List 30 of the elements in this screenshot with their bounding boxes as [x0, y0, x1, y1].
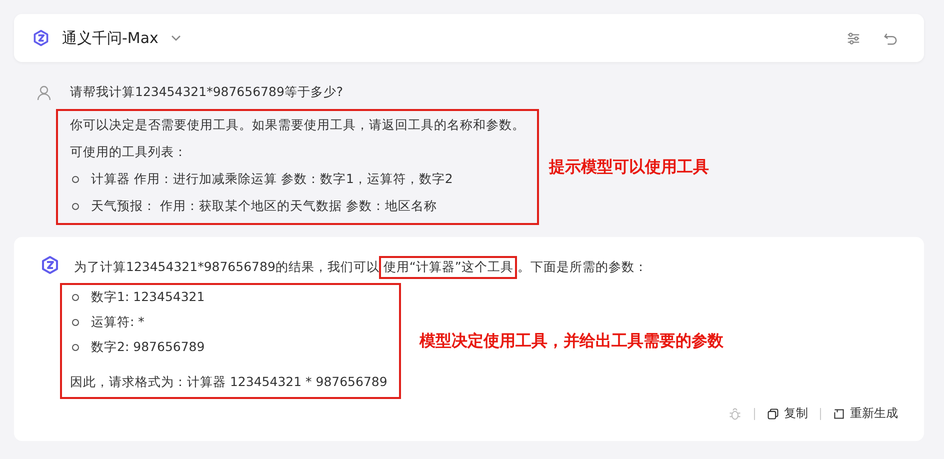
refresh-icon	[833, 408, 845, 420]
copy-icon	[767, 408, 779, 420]
bug-icon[interactable]	[728, 406, 742, 420]
model-name[interactable]: 通义千问-Max	[62, 28, 158, 48]
parameter-item: 数字2: 987656789	[91, 339, 205, 356]
conclusion-text: 因此，请求格式为：计算器 123454321 * 987656789	[70, 374, 388, 391]
prompt-text: 可使用的工具列表：	[70, 144, 188, 161]
undo-icon[interactable]	[883, 30, 898, 46]
parameter-item: 运算符: *	[91, 314, 144, 331]
tool-item: 计算器 作用：进行加减乘除运算 参数：数字1，运算符，数字2	[91, 171, 453, 188]
tool-item: 天气预报： 作用：获取某个地区的天气数据 参数：地区名称	[91, 198, 437, 215]
bullet-icon	[72, 319, 79, 326]
regenerate-button[interactable]: 重新生成	[833, 405, 898, 422]
annotation-text: 提示模型可以使用工具	[549, 156, 709, 178]
bullet-icon	[72, 344, 79, 351]
user-question: 请帮我计算123454321*987656789等于多少?	[70, 84, 344, 101]
logo-icon	[40, 255, 60, 275]
answer-text: 。下面是所需的参数：	[517, 259, 648, 276]
bullet-icon	[72, 294, 79, 301]
bullet-icon	[72, 176, 79, 183]
copy-button[interactable]: 复制	[767, 405, 808, 422]
settings-icon[interactable]	[846, 30, 861, 46]
parameter-item: 数字1: 123454321	[91, 289, 205, 306]
highlighted-text: 使用“计算器”这个工具	[379, 256, 518, 279]
logo-icon	[32, 29, 50, 47]
prompt-text: 你可以决定是否需要使用工具。如果需要使用工具，请返回工具的名称和参数。	[70, 117, 525, 134]
user-icon	[36, 85, 52, 101]
bullet-icon	[72, 203, 79, 210]
annotation-text: 模型决定使用工具，并给出工具需要的参数	[419, 330, 724, 352]
answer-text: 为了计算123454321*987656789的结果，我们可以	[74, 259, 380, 276]
